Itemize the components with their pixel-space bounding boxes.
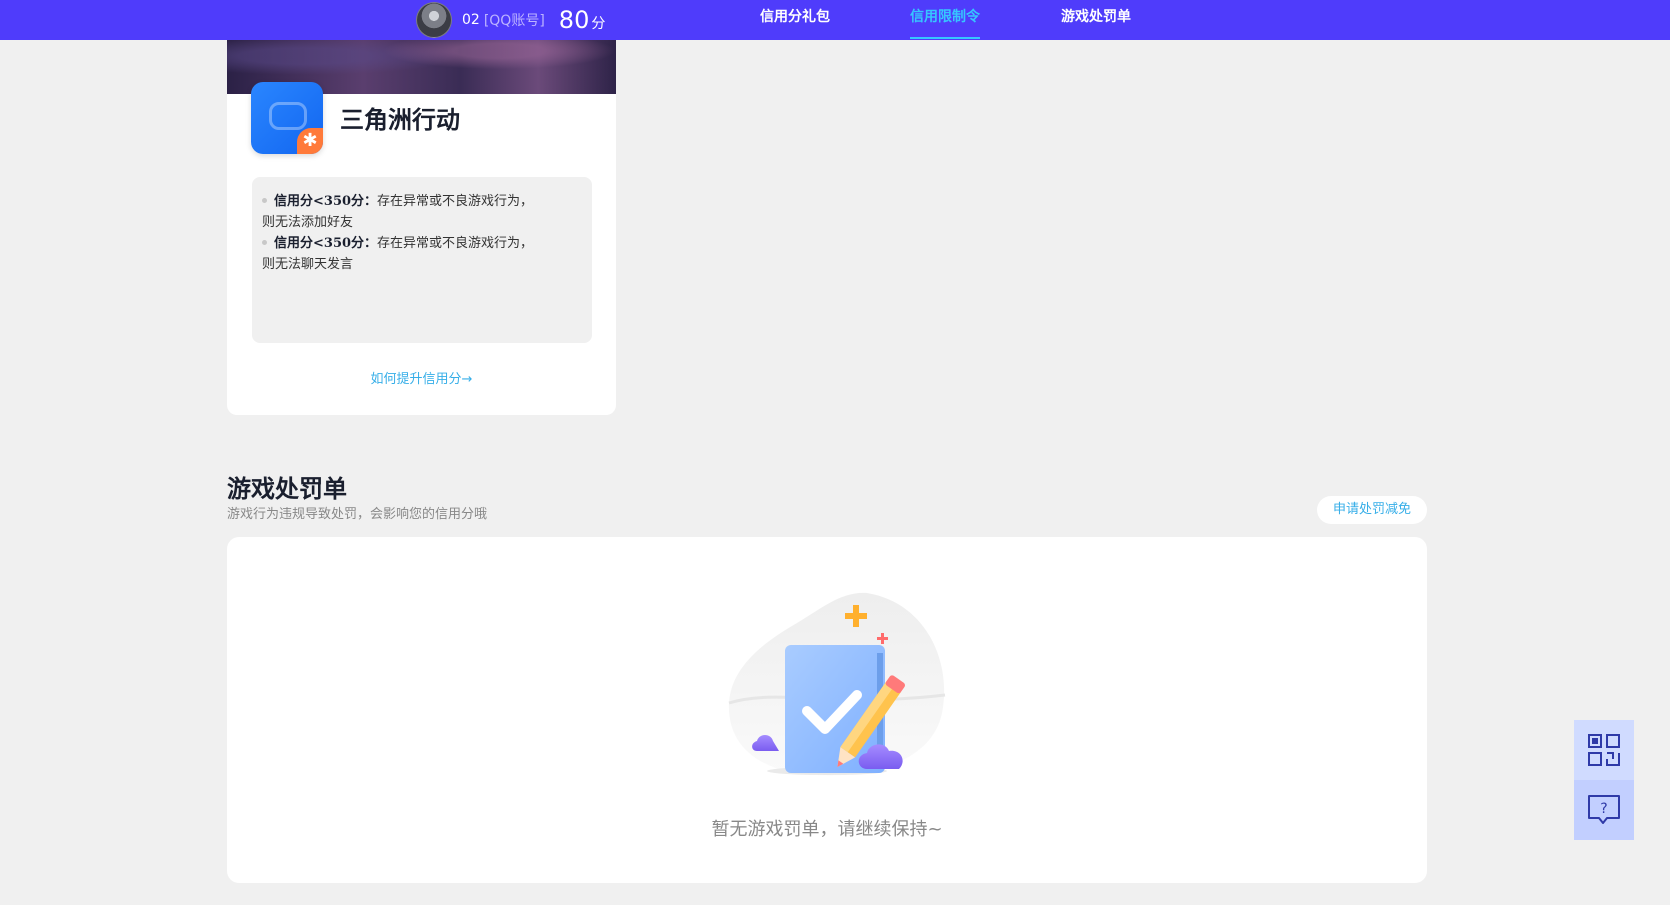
svg-text:?: ? xyxy=(1600,801,1607,817)
game-badge-icon: ✱ xyxy=(297,128,323,154)
rule-threshold: 信用分<350分： xyxy=(274,236,378,251)
rule-item: 信用分<350分：存在异常或不良游戏行为， 则无法聊天发言 xyxy=(262,233,580,275)
penalty-section-description: 游戏行为违规导致处罚，会影响您的信用分哦 xyxy=(227,507,488,522)
tab-credit-restriction[interactable]: 信用限制令 xyxy=(910,0,980,40)
rule-text-cont: 则无法聊天发言 xyxy=(262,257,354,272)
game-title: 三角洲行动 xyxy=(340,106,460,134)
game-icon: ✱ xyxy=(251,82,323,154)
penalty-section-title: 游戏处罚单 xyxy=(227,475,347,503)
avatar[interactable] xyxy=(416,2,452,38)
game-restriction-card: ✱ 三角洲行动 信用分<350分：存在异常或不良游戏行为， 则无法添加好友 信用… xyxy=(227,40,616,415)
improve-credit-link[interactable]: 如何提升信用分→ xyxy=(227,368,616,387)
empty-state-text: 暂无游戏罚单，请继续保持~ xyxy=(711,819,943,840)
rule-threshold: 信用分<350分： xyxy=(274,194,378,209)
top-nav-bar: 02 [QQ账号] 80 分 信用分礼包 信用限制令 游戏处罚单 xyxy=(0,0,1670,40)
credit-score-value: 80 xyxy=(558,6,590,34)
tab-credit-gift[interactable]: 信用分礼包 xyxy=(760,0,830,40)
qr-code-button[interactable] xyxy=(1574,720,1634,780)
user-info: 02 [QQ账号] 80 分 xyxy=(416,0,605,40)
bullet-dot-icon xyxy=(262,198,267,203)
credit-score-unit: 分 xyxy=(591,16,606,32)
bullet-dot-icon xyxy=(262,240,267,245)
qr-code-icon xyxy=(1588,734,1620,766)
account-type-label: [QQ账号] xyxy=(483,13,545,29)
restriction-rules-box: 信用分<350分：存在异常或不良游戏行为， 则无法添加好友 信用分<350分：存… xyxy=(252,177,592,343)
rule-text: 存在异常或不良游戏行为， xyxy=(377,194,534,209)
rule-item: 信用分<350分：存在异常或不良游戏行为， 则无法添加好友 xyxy=(262,191,580,233)
rule-text: 存在异常或不良游戏行为， xyxy=(377,236,534,251)
help-button[interactable]: ? xyxy=(1574,780,1634,840)
empty-state-illustration xyxy=(728,592,946,776)
user-name: 02 xyxy=(462,12,480,28)
penalty-list-card: 暂无游戏罚单，请继续保持~ xyxy=(227,537,1427,883)
apply-penalty-reduction-button[interactable]: 申请处罚减免 xyxy=(1317,496,1427,524)
tab-game-penalty[interactable]: 游戏处罚单 xyxy=(1061,0,1131,40)
rule-text-cont: 则无法添加好友 xyxy=(262,215,354,230)
help-chat-icon: ? xyxy=(1588,795,1620,824)
